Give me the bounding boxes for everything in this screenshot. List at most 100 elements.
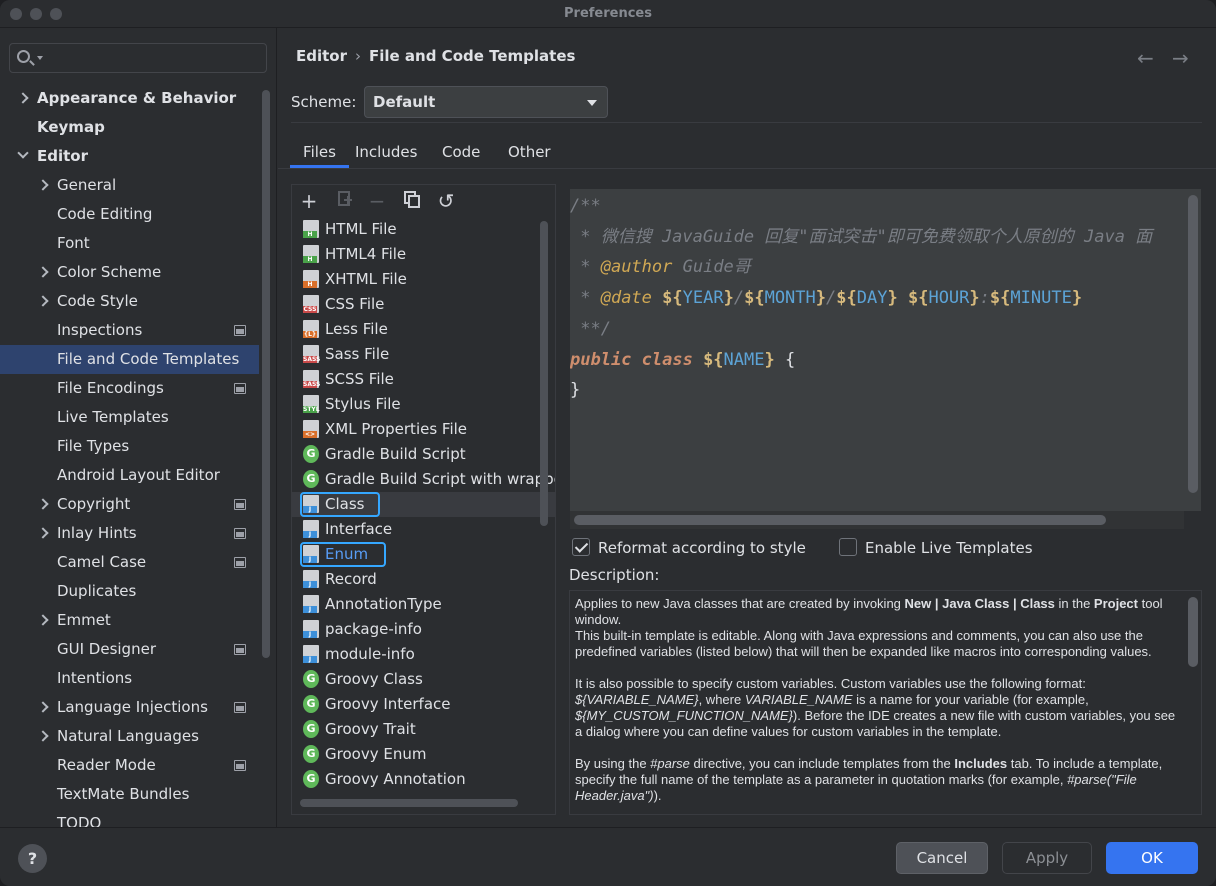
- template-code-editor[interactable]: } public class ${NAME} { **/ * @date ${YE…: [569, 188, 1202, 530]
- chevron-right-icon[interactable]: [37, 295, 49, 307]
- forward-arrow-icon[interactable]: →: [1172, 46, 1189, 70]
- template-item[interactable]: G Groovy Enum: [292, 742, 555, 767]
- template-item[interactable]: G Groovy Class: [292, 667, 555, 692]
- chevron-down-icon[interactable]: [17, 147, 29, 159]
- template-item[interactable]: J Enum: [292, 542, 555, 567]
- sidebar-item-editor[interactable]: Editor: [0, 142, 276, 171]
- sidebar-item-label: File Types: [57, 437, 130, 455]
- project-scope-icon: [234, 644, 246, 655]
- groovy-gradle-icon: G: [303, 445, 319, 463]
- reset-template-button[interactable]: ↺: [434, 189, 458, 213]
- breadcrumb-current: File and Code Templates: [369, 47, 576, 65]
- divider: [291, 122, 1202, 123]
- breadcrumb-parent[interactable]: Editor: [296, 47, 347, 65]
- file-type-icon: J: [303, 570, 319, 588]
- sidebar-item-color-scheme[interactable]: Color Scheme: [0, 258, 276, 287]
- sidebar-item-gui-designer[interactable]: GUI Designer: [0, 635, 276, 664]
- sidebar-item-keymap[interactable]: Keymap: [0, 113, 276, 142]
- sidebar-item-live-templates[interactable]: Live Templates: [0, 403, 276, 432]
- copy-template-button[interactable]: [400, 189, 424, 213]
- chevron-down-icon: [587, 100, 597, 106]
- sidebar-item-android-layout-editor[interactable]: Android Layout Editor: [0, 461, 276, 490]
- template-item[interactable]: G Gradle Build Script: [292, 442, 555, 467]
- template-item[interactable]: STYL Stylus File: [292, 392, 555, 417]
- tab-code[interactable]: Code: [442, 136, 480, 168]
- template-item-label: Groovy Enum: [325, 745, 427, 763]
- sidebar-item-appearance-behavior[interactable]: Appearance & Behavior: [0, 84, 276, 113]
- sidebar-item-inlay-hints[interactable]: Inlay Hints: [0, 519, 276, 548]
- sidebar-item-code-style[interactable]: Code Style: [0, 287, 276, 316]
- tab-other[interactable]: Other: [508, 136, 551, 168]
- settings-search-input[interactable]: [9, 43, 267, 73]
- sidebar-item-code-editing[interactable]: Code Editing: [0, 200, 276, 229]
- chevron-right-icon[interactable]: [37, 179, 49, 191]
- sidebar-item-copyright[interactable]: Copyright: [0, 490, 276, 519]
- code-token: **/: [570, 318, 611, 339]
- help-button[interactable]: ?: [18, 844, 47, 873]
- template-item[interactable]: <> XML Properties File: [292, 417, 555, 442]
- live-templates-checkbox[interactable]: [839, 538, 857, 556]
- reformat-label[interactable]: Reformat according to style: [598, 539, 806, 557]
- cancel-button[interactable]: Cancel: [896, 842, 988, 874]
- template-item[interactable]: Jmodule-info: [292, 642, 555, 667]
- template-item[interactable]: J Interface: [292, 517, 555, 542]
- sidebar-item-natural-languages[interactable]: Natural Languages: [0, 722, 276, 751]
- template-item[interactable]: SASS SCSS File: [292, 367, 555, 392]
- list-horizontal-scrollbar[interactable]: [300, 799, 518, 807]
- code-token: MINUTE: [1010, 288, 1072, 309]
- sidebar-item-duplicates[interactable]: Duplicates: [0, 577, 276, 606]
- back-arrow-icon[interactable]: ←: [1137, 46, 1154, 70]
- sidebar-item-font[interactable]: Font: [0, 229, 276, 258]
- tab-includes[interactable]: Includes: [355, 136, 417, 168]
- remove-template-button[interactable]: −: [365, 189, 389, 213]
- reformat-checkbox[interactable]: [572, 538, 590, 556]
- template-item[interactable]: Jpackage-info: [292, 617, 555, 642]
- sidebar-item-file-and-code-templates[interactable]: File and Code Templates: [0, 345, 259, 374]
- chevron-right-icon[interactable]: [37, 527, 49, 539]
- add-child-template-button[interactable]: [333, 189, 357, 213]
- template-item[interactable]: H HTML4 File: [292, 242, 555, 267]
- chevron-right-icon[interactable]: [17, 92, 29, 104]
- sidebar-item-camel-case[interactable]: Camel Case: [0, 548, 276, 577]
- tab-files[interactable]: Files: [290, 136, 349, 168]
- chevron-right-icon[interactable]: [37, 498, 49, 510]
- template-item[interactable]: G Groovy Annotation: [292, 767, 555, 792]
- template-item[interactable]: J Record: [292, 567, 555, 592]
- sidebar-item-todo[interactable]: TODO: [0, 809, 276, 827]
- template-item[interactable]: G Groovy Interface: [292, 692, 555, 717]
- sidebar-item-file-encodings[interactable]: File Encodings: [0, 374, 276, 403]
- template-item[interactable]: {L} Less File: [292, 317, 555, 342]
- sidebar-item-language-injections[interactable]: Language Injections: [0, 693, 276, 722]
- template-item[interactable]: J AnnotationType: [292, 592, 555, 617]
- sidebar-item-emmet[interactable]: Emmet: [0, 606, 276, 635]
- template-item[interactable]: H HTML File: [292, 217, 555, 242]
- template-item[interactable]: SASS Sass File: [292, 342, 555, 367]
- editor-horizontal-scrollbar[interactable]: [574, 515, 1106, 525]
- sidebar-scrollbar[interactable]: [262, 90, 270, 658]
- template-item[interactable]: J Class: [292, 492, 555, 517]
- scheme-label: Scheme:: [291, 93, 357, 111]
- sidebar-item-inspections[interactable]: Inspections: [0, 316, 276, 345]
- apply-button[interactable]: Apply: [1002, 842, 1092, 874]
- template-item[interactable]: H XHTML File: [292, 267, 555, 292]
- live-templates-label[interactable]: Enable Live Templates: [865, 539, 1033, 557]
- template-item[interactable]: G Gradle Build Script with wrappe: [292, 467, 555, 492]
- list-vertical-scrollbar[interactable]: [540, 221, 548, 526]
- chevron-right-icon[interactable]: [37, 266, 49, 278]
- sidebar-item-textmate-bundles[interactable]: TextMate Bundles: [0, 780, 276, 809]
- template-item[interactable]: CSS CSS File: [292, 292, 555, 317]
- sidebar-item-intentions[interactable]: Intentions: [0, 664, 276, 693]
- sidebar-item-general[interactable]: General: [0, 171, 276, 200]
- editor-vertical-scrollbar[interactable]: [1188, 195, 1198, 493]
- ok-button[interactable]: OK: [1106, 842, 1198, 874]
- chevron-right-icon[interactable]: [37, 730, 49, 742]
- chevron-right-icon[interactable]: [37, 701, 49, 713]
- description-scrollbar[interactable]: [1188, 597, 1198, 667]
- sidebar-item-file-types[interactable]: File Types: [0, 432, 276, 461]
- chevron-right-icon[interactable]: [37, 614, 49, 626]
- template-item[interactable]: G Groovy Trait: [292, 717, 555, 742]
- scheme-dropdown[interactable]: Default: [364, 86, 608, 118]
- add-template-button[interactable]: +: [297, 189, 321, 213]
- file-type-icon: {L}: [303, 320, 319, 338]
- sidebar-item-reader-mode[interactable]: Reader Mode: [0, 751, 276, 780]
